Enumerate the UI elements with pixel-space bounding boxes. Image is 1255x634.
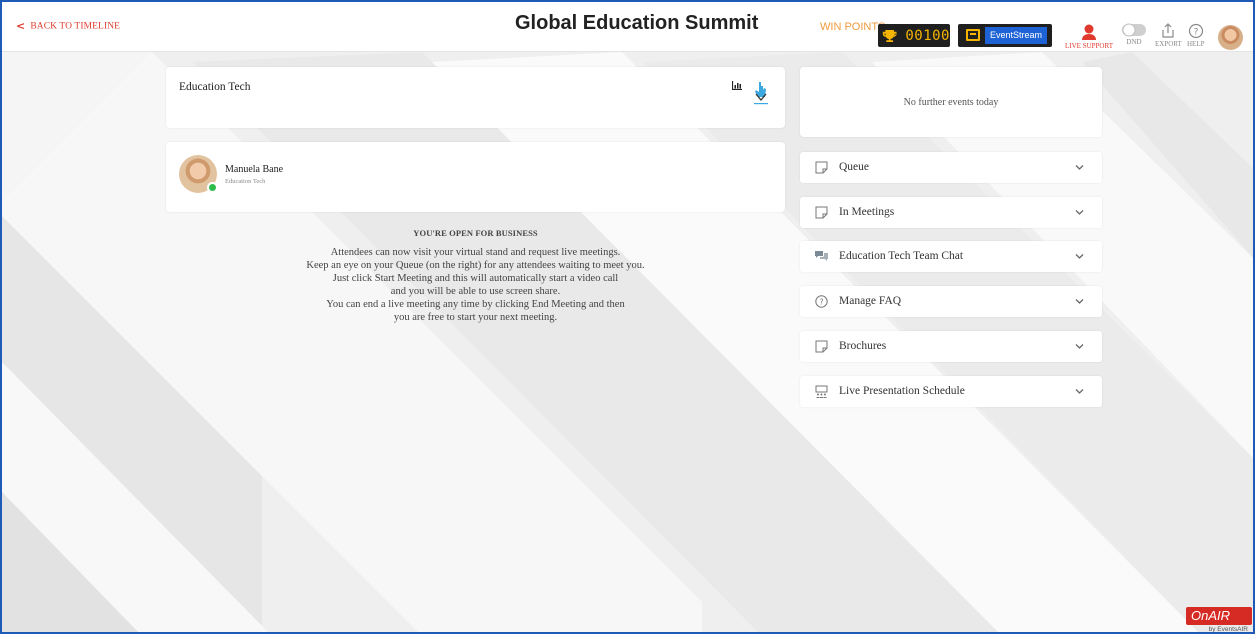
panel-label: Brochures: [839, 340, 887, 352]
back-label: BACK TO TIMELINE: [30, 21, 121, 31]
page-title: Global Education Summit: [515, 12, 759, 34]
user-avatar[interactable]: [1218, 25, 1243, 50]
stand-card: Education Tech: [166, 67, 785, 128]
dnd-label: DND: [1126, 38, 1142, 46]
presentation-schedule-panel[interactable]: Live Presentation Schedule: [800, 376, 1102, 407]
eventstream-label: EventStream: [985, 27, 1047, 44]
eventstream-button[interactable]: EventStream: [958, 24, 1052, 47]
open-heading: YOU'RE OPEN FOR BUSINESS: [413, 228, 538, 238]
panel-label: Queue: [839, 161, 870, 173]
chevron-down-icon: [1075, 254, 1084, 259]
chevron-down-icon: [1075, 165, 1084, 170]
note-icon: [815, 206, 828, 219]
chevron-down-icon: [1075, 210, 1084, 215]
export-icon: [1162, 23, 1175, 38]
panel-label: In Meetings: [839, 206, 895, 218]
chevron-down-icon: [1075, 389, 1084, 394]
win-points-label: WIN POINTS: [820, 21, 886, 33]
open-line: Keep an eye on your Queue (on the right)…: [306, 260, 645, 271]
brochures-panel[interactable]: Brochures: [800, 331, 1102, 362]
online-status-icon: [207, 182, 218, 193]
app-frame: < BACK TO TIMELINE Global Education Summ…: [0, 0, 1255, 634]
dnd-toggle[interactable]: DND: [1121, 23, 1147, 46]
user-card: Manuela Bane Education Tech: [166, 142, 785, 212]
user-name: Manuela Bane: [225, 164, 284, 175]
events-card: No further events today: [800, 67, 1102, 137]
open-line: Just click Start Meeting and this will a…: [332, 273, 619, 284]
analytics-icon[interactable]: [732, 81, 742, 90]
onair-text: OnAIR: [1191, 608, 1231, 623]
stand-title: Education Tech: [179, 81, 251, 93]
manage-faq-panel[interactable]: ? Manage FAQ: [800, 286, 1102, 317]
live-support-button[interactable]: LIVE SUPPORT: [1065, 23, 1113, 50]
top-bar: < BACK TO TIMELINE Global Education Summ…: [2, 2, 1253, 52]
eventstream-icon: [966, 29, 980, 41]
help-label: HELP: [1187, 40, 1205, 48]
chevron-down-icon: [1075, 299, 1084, 304]
note-icon: [815, 161, 828, 174]
open-for-business-message: YOU'RE OPEN FOR BUSINESS Attendees can n…: [166, 228, 785, 324]
team-chat-panel[interactable]: Education Tech Team Chat: [800, 241, 1102, 272]
user-role: Education Tech: [225, 178, 266, 185]
panel-label: Education Tech Team Chat: [839, 250, 964, 262]
points-display[interactable]: 00100: [878, 24, 950, 47]
note-icon: [815, 340, 828, 353]
headset-icon: [1082, 24, 1096, 40]
open-line: You can end a live meeting any time by c…: [326, 299, 625, 310]
chat-icon: [815, 251, 828, 261]
panel-label: Live Presentation Schedule: [839, 385, 965, 397]
chevron-down-icon: [1075, 344, 1084, 349]
help-icon: ?: [1188, 23, 1203, 39]
export-label: EXPORT: [1155, 40, 1182, 48]
svg-text:?: ?: [1193, 28, 1198, 38]
queue-panel[interactable]: Queue: [800, 152, 1102, 183]
help-button[interactable]: ? HELP: [1187, 23, 1205, 48]
svg-text:?: ?: [819, 298, 823, 307]
events-status: No further events today: [903, 97, 999, 108]
chevron-left-icon: <: [16, 19, 26, 33]
eventsair-byline: by EventsAIR: [1208, 626, 1248, 633]
question-icon: ?: [815, 295, 828, 308]
export-button[interactable]: EXPORT: [1155, 23, 1182, 48]
open-line: and you will be able to use screen share…: [390, 286, 561, 297]
open-line: you are free to start your next meeting.: [393, 312, 558, 323]
points-value: 00100: [905, 27, 950, 44]
onair-logo: OnAIR by EventsAIR: [1186, 607, 1252, 633]
back-to-timeline-link[interactable]: < BACK TO TIMELINE: [16, 20, 120, 33]
panel-label: Manage FAQ: [839, 295, 902, 307]
open-line: Attendees can now visit your virtual sta…: [330, 247, 621, 258]
onair-badge: OnAIR: [1186, 607, 1252, 625]
stand-logo-icon: [754, 82, 768, 105]
toggle-icon: [1122, 23, 1146, 37]
in-meetings-panel[interactable]: In Meetings: [800, 197, 1102, 228]
presentation-icon: [815, 385, 828, 398]
trophy-icon: [882, 29, 897, 42]
live-support-label: LIVE SUPPORT: [1065, 42, 1114, 50]
